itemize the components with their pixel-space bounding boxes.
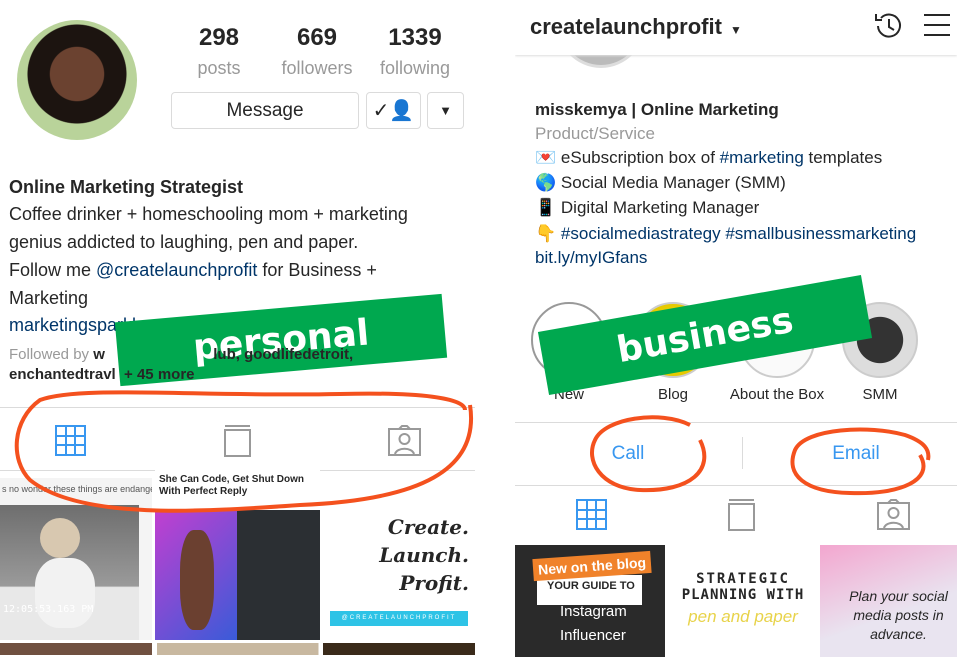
call-button[interactable]: Call <box>578 443 678 465</box>
hashtag-link[interactable]: #marketing <box>720 148 804 167</box>
post-text: Plan your social <box>849 588 948 604</box>
post-text: pen and paper <box>688 607 798 626</box>
top-bar: createlaunchprofit ▼ <box>515 0 957 55</box>
post-text: YOUR GUIDE TO <box>547 580 635 592</box>
username-switcher[interactable]: createlaunchprofit ▼ <box>530 14 742 40</box>
post-caption: s no wonder these things are endangered. <box>2 484 152 494</box>
business-profile-panel: createlaunchprofit ▼ misskemya | Online M… <box>515 0 957 661</box>
username: createlaunchprofit <box>530 14 722 39</box>
text: Digital Marketing Manager <box>560 198 760 217</box>
personal-profile-panel: 298 posts 669 followers 1339 following M… <box>0 0 475 661</box>
timestamp-overlay: 12:05:53.163 PM <box>3 604 94 615</box>
bio-follow-line: Follow me @createlaunchprofit for Busine… <box>9 260 377 281</box>
following-count[interactable]: 1339 <box>365 24 465 52</box>
user-check-icon: ✓👤 <box>372 100 415 122</box>
bio-line: Marketing <box>9 288 89 308</box>
divider <box>515 485 957 486</box>
following-label[interactable]: following <box>365 58 465 79</box>
divider <box>742 437 743 469</box>
bio-line: Coffee drinker + homeschooling mom + mar… <box>9 204 408 224</box>
following-status-button[interactable]: ✓👤 <box>366 92 421 129</box>
envelope-icon: 💌 <box>535 148 557 167</box>
bio-line: 👇 #socialmediastrategy #smallbusinessmar… <box>535 224 916 244</box>
post-text: PLANNING WITH <box>681 587 805 603</box>
post-thumbnail[interactable]: s no wonder these things are endangered.… <box>0 478 152 640</box>
caret-down-icon: ▼ <box>439 103 452 118</box>
followed-by-prefix: Followed by <box>9 346 94 363</box>
post-text: Create. <box>387 515 469 539</box>
profile-name: misskemya | Online Marketing <box>535 100 779 119</box>
text: Follow me <box>9 260 97 280</box>
mention-link[interactable]: @createlaunchprofit <box>96 260 257 280</box>
grid-tab-icon[interactable] <box>576 499 607 530</box>
hashtag-link[interactable]: #socialmediastrategy #smallbusinessmarke… <box>561 224 916 243</box>
feed-tab-icon[interactable] <box>728 498 755 531</box>
email-button[interactable]: Email <box>806 443 906 465</box>
text: for Business + <box>257 260 377 280</box>
highlight-label: About the Box <box>729 386 825 403</box>
followed-by[interactable]: Followed by w lub, goodlifedetroit, <box>9 346 353 363</box>
text: Social Media Manager (SMM) <box>560 173 786 192</box>
post-thumbnail[interactable]: She Can Code, Get Shut Down With Perfect… <box>155 470 320 640</box>
post-thumbnail[interactable]: Plan your social media posts in advance. <box>820 545 957 657</box>
phone-icon: 📱 <box>535 198 557 217</box>
divider <box>0 407 475 408</box>
post-thumbnail[interactable]: STRATEGIC PLANNING WITH pen and paper <box>667 545 819 657</box>
pointing-down-icon: 👇 <box>535 224 557 243</box>
archive-history-icon[interactable] <box>873 10 905 42</box>
post-thumbnail[interactable]: Create. Launch. Profit. @CREATELAUNCHPRO… <box>320 478 475 640</box>
followed-by-names: w lub, goodlifedetroit, <box>93 346 354 363</box>
message-button[interactable]: Message <box>171 92 359 129</box>
post-text: Influencer <box>560 627 626 644</box>
followers-label[interactable]: followers <box>267 58 367 79</box>
post-text: media posts in <box>853 607 944 623</box>
text: templates <box>803 148 883 167</box>
posts-label: posts <box>197 58 241 78</box>
bio-line: 🌎 Social Media Manager (SMM) <box>535 173 786 193</box>
posts-count: 298 <box>198 24 240 51</box>
post-row-partial <box>0 643 475 655</box>
bio-line: genius addicted to laughing, pen and pap… <box>9 232 359 252</box>
avatar[interactable] <box>17 20 137 140</box>
bio-line: 💌 eSubscription box of #marketing templa… <box>535 148 882 168</box>
globe-icon: 🌎 <box>535 173 557 192</box>
post-caption: She Can Code, Get Shut Down With Perfect… <box>159 474 305 497</box>
followed-by-more[interactable]: enchantedtravl + 45 more <box>9 366 195 383</box>
post-text: Profit. <box>399 571 469 595</box>
text: eSubscription box of <box>560 148 720 167</box>
post-text: Launch. <box>379 543 469 567</box>
profile-category: Product/Service <box>535 124 655 143</box>
post-text: advance. <box>870 626 927 642</box>
post-text: Instagram <box>560 603 627 620</box>
grid-tab-icon[interactable] <box>55 425 86 456</box>
menu-icon[interactable] <box>923 12 951 38</box>
tagged-tab-icon[interactable] <box>877 499 910 530</box>
highlight-label: Blog <box>657 386 689 403</box>
tagged-tab-icon[interactable] <box>388 425 421 456</box>
bio-title: Online Marketing Strategist <box>9 177 244 197</box>
post-tag: @CREATELAUNCHPROFIT <box>330 611 468 626</box>
feed-tab-icon[interactable] <box>224 424 251 457</box>
divider <box>515 422 957 423</box>
bio-line: 📱 Digital Marketing Manager <box>535 198 759 218</box>
post-thumbnail[interactable]: New on the blog YOUR GUIDE TO Instagram … <box>515 545 665 657</box>
website-link[interactable]: bit.ly/myIGfans <box>535 248 647 268</box>
suggestions-dropdown-button[interactable]: ▼ <box>427 92 464 129</box>
highlight-label: SMM <box>862 386 898 403</box>
annotation-label-business: business <box>537 275 873 395</box>
caret-down-icon: ▼ <box>729 23 742 37</box>
post-text: STRATEGIC <box>696 571 790 587</box>
followers-count[interactable]: 669 <box>267 24 367 52</box>
